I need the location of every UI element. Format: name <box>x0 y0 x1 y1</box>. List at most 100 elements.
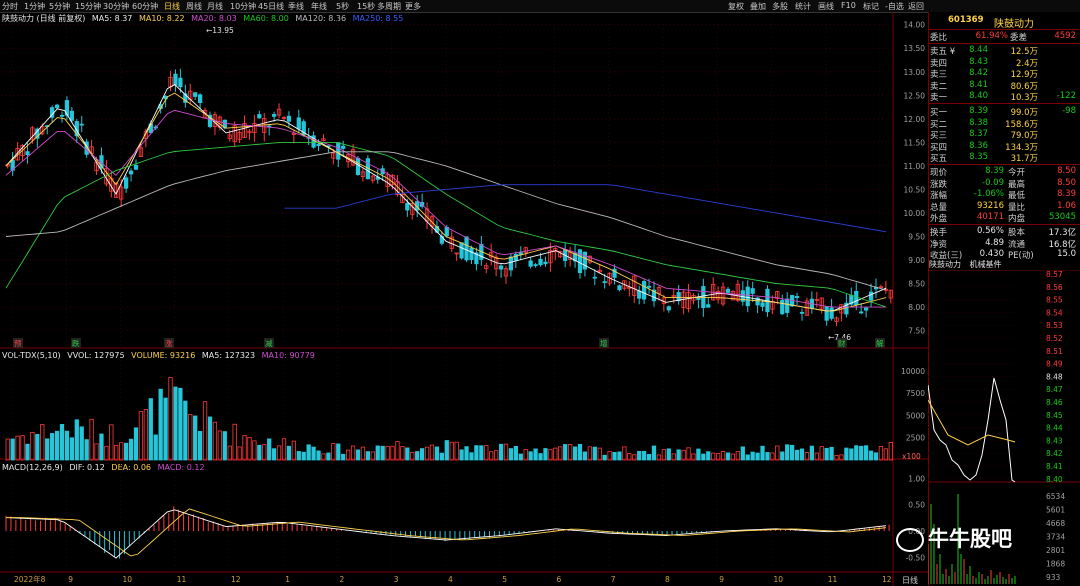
volume-bar <box>760 445 765 461</box>
macd-axis-label: 0.50 <box>908 501 925 510</box>
mini-vol-axis-label: 1868 <box>1046 560 1065 569</box>
level-volume: 12.9万 <box>1010 70 1038 80</box>
volume-bar <box>587 446 592 461</box>
weibi-row: 委比 61.94% 委差 4592 <box>928 31 1080 43</box>
level-price: 8.43 <box>969 56 988 67</box>
volume-bar <box>25 443 30 461</box>
quote-label-2: 今开 <box>1008 168 1026 178</box>
orderbook-row[interactable]: 卖一 8.40 10.3万 -122 <box>928 91 1080 103</box>
candle-body <box>59 114 65 117</box>
volume-bar <box>168 377 173 461</box>
orderbook-row[interactable]: 买一 8.39 99.0万 -98 <box>928 106 1080 118</box>
volume-bar <box>15 435 20 461</box>
volume-bar <box>84 439 89 461</box>
quote-row: 外盘 40171 内盘 53045 <box>928 212 1080 224</box>
volume-bar <box>50 433 55 461</box>
quote-label: 净资 <box>930 239 948 250</box>
volume-bar <box>706 451 711 461</box>
volume-bar <box>380 445 385 461</box>
mini-axis-label: 8.43 <box>1046 436 1063 445</box>
candle-body <box>197 94 203 103</box>
volume-bar <box>158 388 163 461</box>
time-axis-label: 8 <box>665 575 670 584</box>
quote-value-2: 15.0 <box>1057 249 1076 259</box>
volume-bar <box>859 445 864 461</box>
orderbook-row[interactable]: 卖二 8.41 80.6万 <box>928 79 1080 92</box>
orderbook-row[interactable]: 买三 8.37 79.0万 <box>928 129 1080 141</box>
time-axis-label: 3 <box>394 575 399 584</box>
kline-chart[interactable]: 14.0013.5013.0012.5012.0011.5011.0010.50… <box>0 0 928 586</box>
volume-bar <box>424 446 430 461</box>
volume-bar <box>548 449 553 461</box>
time-axis-label: 12 <box>882 575 892 584</box>
mini-axis-label: 8.56 <box>1046 283 1063 292</box>
volume-bar <box>296 451 301 461</box>
orderbook-row[interactable]: 买四 8.36 134.3万 <box>928 141 1080 153</box>
candle-body <box>859 311 864 314</box>
candle-body <box>538 258 543 266</box>
vol-unit-label: x100 <box>902 452 921 461</box>
quote-value-2: 53045 <box>1048 212 1076 222</box>
volume-bar <box>543 448 548 461</box>
volume-bar <box>128 438 134 461</box>
volume-bar <box>563 444 568 461</box>
volume-bar <box>765 452 770 461</box>
volume-bar <box>419 448 425 461</box>
volume-bar <box>434 446 440 461</box>
candle-body <box>296 117 301 130</box>
mini-axis-label: 8.49 <box>1046 360 1063 369</box>
level-price: 8.41 <box>969 79 988 90</box>
volume-bar <box>64 430 70 461</box>
quote-label-2: 股本 <box>1008 228 1026 238</box>
candle-body <box>508 256 514 271</box>
bottom-period-tab[interactable]: 日线 <box>902 575 918 586</box>
time-axis-label: 12 <box>231 575 241 584</box>
time-axis-label: 11 <box>828 575 838 584</box>
volume-bar <box>212 421 218 461</box>
volume-bar <box>651 445 657 461</box>
candle-body <box>706 304 711 308</box>
quote-label: 外盘 <box>930 214 948 224</box>
volume-bar <box>143 409 148 461</box>
volume-bar <box>725 452 731 461</box>
mini-vol-axis-label: 933 <box>1046 573 1061 582</box>
volume-bar <box>829 446 834 461</box>
time-axis-label: 9 <box>68 575 73 584</box>
volume-bar <box>30 432 35 461</box>
orderbook-row[interactable]: 卖四 8.43 2.4万 <box>928 56 1080 69</box>
volume-bar <box>864 445 869 461</box>
orderbook-row[interactable]: 买五 8.35 31.7万 <box>928 152 1080 164</box>
volume-bar <box>286 445 292 461</box>
mini-tab-stock[interactable]: 陕鼓动力 <box>929 260 961 269</box>
volume-bar <box>54 430 60 461</box>
mini-tab-sector[interactable]: 机械基件 <box>970 260 1002 269</box>
mini-axis-label: 8.53 <box>1046 321 1063 330</box>
level-price: 8.39 <box>969 106 988 116</box>
candle-body <box>642 281 647 300</box>
volume-bar <box>217 430 222 461</box>
volume-bar <box>341 453 346 461</box>
divider <box>928 43 1080 44</box>
orderbook-row[interactable]: 卖五 ¥ 8.44 12.5万 <box>928 45 1080 57</box>
mini-axis-label: 8.45 <box>1046 411 1063 420</box>
volume-bar <box>237 446 242 461</box>
quote-value: 4.89 <box>985 237 1004 248</box>
quote-value-2: 1.06 <box>1057 200 1076 211</box>
volume-bar <box>183 400 188 461</box>
time-axis-label: 9 <box>719 575 724 584</box>
level-label: 买四 <box>930 142 948 153</box>
volume-bar <box>148 398 153 461</box>
level-label: 卖三 <box>930 70 948 80</box>
volume-bar <box>498 443 504 461</box>
volume-bar <box>163 397 168 461</box>
level-label: 买二 <box>930 119 948 130</box>
volume-bar <box>193 415 198 461</box>
volume-bar <box>503 443 509 461</box>
orderbook-row[interactable]: 卖三 8.42 12.9万 <box>928 68 1080 80</box>
macd-axis-label: -0.50 <box>906 553 926 562</box>
mini-tabs: 陕鼓动力 机械基件 <box>929 259 1002 270</box>
quote-label: 涨跌 <box>930 179 948 190</box>
volume-bar <box>197 431 203 461</box>
candle-body <box>513 253 518 261</box>
orderbook-row[interactable]: 买二 8.38 158.6万 <box>928 118 1080 130</box>
